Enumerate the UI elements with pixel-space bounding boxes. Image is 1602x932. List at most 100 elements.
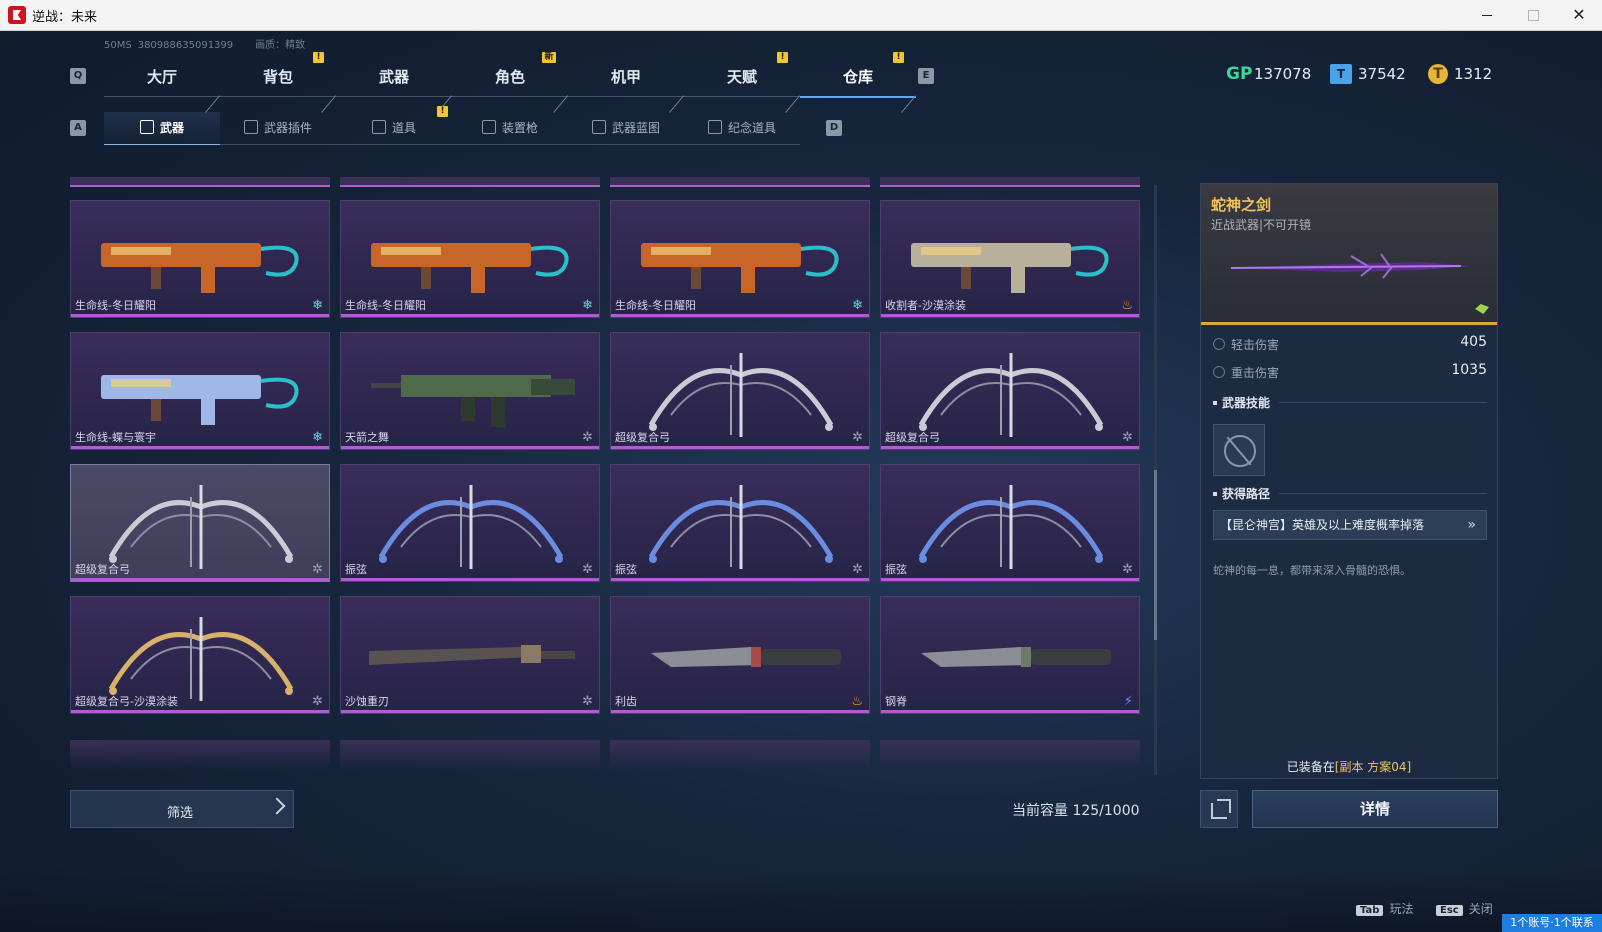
details-button[interactable]: 详情	[1252, 790, 1498, 828]
weapon-card[interactable]: 钢脊 ⚡	[880, 596, 1140, 714]
main-tab-label: 大厅	[146, 68, 177, 86]
none-element-icon: ✲	[582, 694, 593, 709]
weapon-image	[371, 375, 575, 427]
currency-card: T 37542	[1330, 64, 1406, 84]
weapon-skill-icon[interactable]	[1213, 424, 1265, 476]
sub-tab[interactable]: 道具!	[336, 106, 452, 145]
next-main-key[interactable]: E	[918, 68, 934, 84]
weapon-name: 蛇神之剑	[1211, 196, 1272, 214]
frost-element-icon: ❄	[852, 298, 863, 313]
weapon-card[interactable]: 振弦 ✲	[610, 464, 870, 582]
maximize-button[interactable]	[1510, 0, 1556, 30]
weapon-card[interactable]: 超级复合弓 ✲	[880, 332, 1140, 450]
minimize-button[interactable]	[1464, 0, 1510, 30]
card-partial-bottom[interactable]	[610, 740, 870, 770]
prev-main-key[interactable]: Q	[70, 68, 86, 84]
weapon-card-name: 超级复合弓	[75, 563, 130, 576]
sub-tab-label: 武器	[159, 121, 184, 135]
rarity-bar	[71, 578, 329, 581]
weapon-card[interactable]: 收割者-沙漠涂装 ♨	[880, 200, 1140, 318]
frost-element-icon: ❄	[312, 430, 323, 445]
main-tab[interactable]: 角色 新	[452, 52, 568, 97]
app-logo-icon	[8, 6, 26, 24]
main-tab[interactable]: 大厅	[104, 58, 220, 97]
weapon-card[interactable]: 沙蚀重刃 ✲	[340, 596, 600, 714]
weapon-card[interactable]: 振弦 ✲	[880, 464, 1140, 582]
hint-esc[interactable]: Esc 关闭	[1436, 900, 1493, 917]
status-meta: 50MS 380988635091399 画质：精致	[104, 36, 327, 51]
close-button[interactable]: ✕	[1556, 0, 1602, 30]
hint-tab[interactable]: Tab 玩法	[1356, 900, 1413, 917]
weapon-card[interactable]: 超级复合弓-沙漠涂装 ✲	[70, 596, 330, 714]
weapon-image	[921, 647, 1111, 667]
card-partial-top[interactable]	[880, 177, 1140, 187]
weapon-image	[371, 243, 569, 293]
route-text: 【昆仑神宫】英雄及以上难度概率掉落	[1220, 518, 1425, 532]
main-tab-label: 角色	[494, 68, 525, 86]
sub-tab[interactable]: 武器蓝图	[568, 112, 684, 145]
category-icon	[591, 120, 606, 134]
card-icon: T	[1330, 64, 1352, 84]
filter-label: 筛选	[167, 806, 194, 821]
weapon-card[interactable]: 生命线-冬日耀阳 ❄	[610, 200, 870, 318]
stat-heavy-damage: 重击伤害 1035	[1213, 362, 1487, 381]
none-element-icon: ✲	[852, 562, 863, 577]
stat-value: 405	[1460, 334, 1487, 350]
card-partial-bottom[interactable]	[340, 740, 600, 770]
category-icon	[139, 120, 154, 134]
rarity-bar	[881, 578, 1139, 581]
weapon-card[interactable]: 生命线-蝶与寰宇 ❄	[70, 332, 330, 450]
main-tab[interactable]: 背包!	[220, 52, 336, 97]
weapon-card[interactable]: 超级复合弓 ✲	[70, 464, 330, 582]
main-tab[interactable]: 仓库!	[800, 52, 916, 98]
rarity-bar	[881, 710, 1139, 713]
weapon-card-name: 振弦	[345, 563, 367, 576]
prev-sub-key[interactable]: A	[70, 120, 86, 136]
heavy-attack-icon	[1213, 366, 1225, 378]
main-tab[interactable]: 机甲	[568, 58, 684, 97]
main-tab-label: 武器	[378, 68, 409, 86]
main-tab[interactable]: 武器	[336, 58, 452, 97]
card-partial-top[interactable]	[610, 177, 870, 187]
main-tab[interactable]: 天赋!	[684, 52, 800, 97]
sub-tab[interactable]: 武器插件	[220, 112, 336, 145]
card-partial-bottom[interactable]	[70, 740, 330, 770]
weapon-card-name: 钢脊	[885, 695, 907, 708]
card-partial-top[interactable]	[70, 177, 330, 187]
sub-tab[interactable]: 纪念道具	[684, 112, 800, 145]
weapon-card-name: 超级复合弓	[615, 431, 670, 444]
weapon-card[interactable]: 生命线-冬日耀阳 ❄	[70, 200, 330, 318]
weapon-card-name: 生命线-冬日耀阳	[75, 299, 156, 312]
none-element-icon: ✲	[1122, 430, 1133, 445]
card-partial-bottom[interactable]	[880, 740, 1140, 770]
weapon-card[interactable]: 利齿 ♨	[610, 596, 870, 714]
weapon-image	[101, 375, 299, 425]
weapon-image	[641, 243, 839, 293]
scrollbar-thumb[interactable]	[1154, 470, 1157, 640]
weapon-card-name: 天箭之舞	[345, 431, 389, 444]
window-titlebar: 逆战：未来 ✕	[0, 0, 1602, 31]
weapon-card[interactable]: 生命线-冬日耀阳 ❄	[340, 200, 600, 318]
notice-badge: !	[777, 52, 788, 63]
weapon-card-name: 振弦	[615, 563, 637, 576]
sub-tab[interactable]: 武器	[104, 112, 220, 145]
snake-sword-image	[1226, 253, 1471, 279]
account-toast[interactable]: 1个账号·1个联系	[1502, 914, 1602, 932]
coin-amount: 1312	[1454, 65, 1493, 83]
weapon-card[interactable]: 超级复合弓 ✲	[610, 332, 870, 450]
weapon-card[interactable]: 振弦 ✲	[340, 464, 600, 582]
category-icon	[243, 120, 258, 134]
stat-light-damage: 轻击伤害 405	[1213, 334, 1487, 353]
route-section-title: 获得路径	[1213, 485, 1487, 502]
filter-button[interactable]: 筛选	[70, 790, 294, 828]
next-sub-key[interactable]: D	[826, 120, 842, 136]
share-icon-button[interactable]	[1200, 790, 1238, 828]
acquire-route-button[interactable]: 【昆仑神宫】英雄及以上难度概率掉落 »	[1213, 510, 1487, 540]
weapon-image	[918, 353, 1104, 437]
none-element-icon: ✲	[852, 430, 863, 445]
rarity-bar	[341, 710, 599, 713]
weapon-card[interactable]: 天箭之舞 ✲	[340, 332, 600, 450]
sub-tab-label: 纪念道具	[727, 121, 776, 135]
sub-tab[interactable]: 装置枪	[452, 112, 568, 145]
card-partial-top[interactable]	[340, 177, 600, 187]
